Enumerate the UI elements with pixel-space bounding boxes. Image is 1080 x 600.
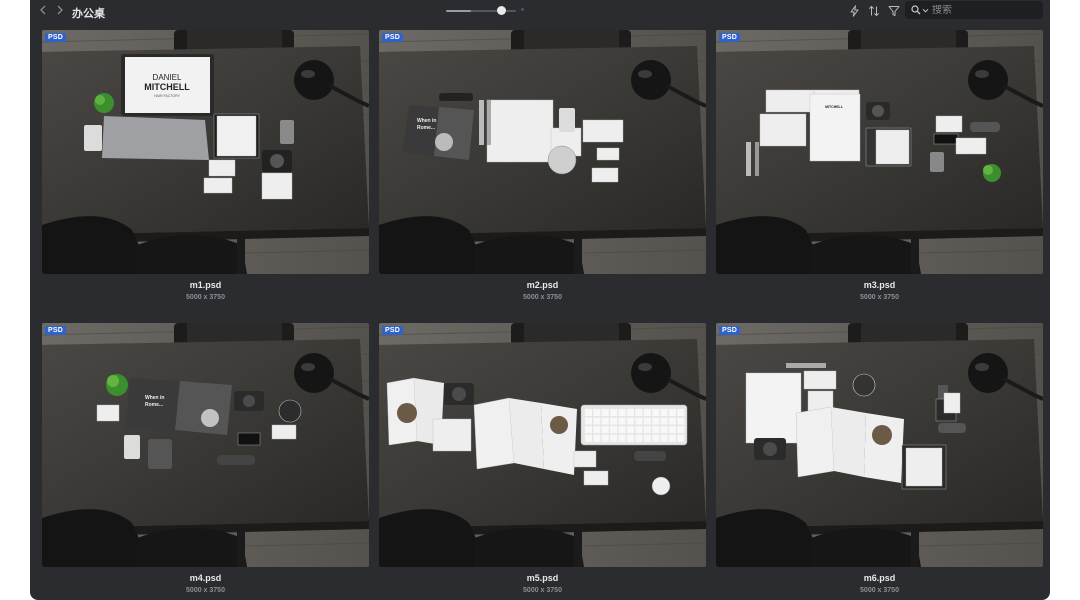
slider-fill xyxy=(446,10,471,12)
file-dimensions: 5000 x 3750 xyxy=(860,587,899,594)
svg-text:When in: When in xyxy=(145,395,164,401)
file-thumbnail[interactable]: DANIEL MITCHELL HAIR FACTORY PSD xyxy=(42,30,369,274)
file-card[interactable]: When in Rome... PSD m2.psd 5000 x 3750 xyxy=(379,30,706,312)
file-name: m6.psd xyxy=(863,573,896,583)
file-type-badge: PSD xyxy=(382,33,403,42)
file-thumbnail[interactable]: When in Rome... PSD xyxy=(42,323,369,567)
filter-icon xyxy=(888,6,900,16)
svg-text:MITCHELL: MITCHELL xyxy=(144,82,190,92)
back-button[interactable] xyxy=(36,3,50,17)
quick-action-button[interactable] xyxy=(846,3,862,19)
svg-text:Rome...: Rome... xyxy=(417,125,436,131)
folder-title: 办公桌 xyxy=(72,8,105,20)
search-field[interactable] xyxy=(905,1,1043,19)
mockup-preview-image xyxy=(379,323,706,567)
file-card[interactable]: When in Rome... PSD m4.psd 5000 x 3750 xyxy=(42,323,369,600)
mockup-preview-image xyxy=(716,323,1043,567)
file-type-badge: PSD xyxy=(45,326,66,335)
file-thumbnail[interactable]: When in Rome... PSD xyxy=(379,30,706,274)
file-name: m2.psd xyxy=(526,280,559,290)
mockup-preview-image: MITCHELL xyxy=(716,30,1043,274)
chevron-right-icon xyxy=(57,5,63,15)
file-thumbnail[interactable]: PSD xyxy=(716,323,1043,567)
file-type-badge: PSD xyxy=(719,326,740,335)
file-card[interactable]: PSD m5.psd 5000 x 3750 xyxy=(379,323,706,600)
mockup-preview-image: When inRome... xyxy=(379,30,706,274)
file-dimensions: 5000 x 3750 xyxy=(860,294,899,301)
file-dimensions: 5000 x 3750 xyxy=(523,587,562,594)
file-name: m4.psd xyxy=(189,573,222,583)
file-browser-window: 办公桌 DANIELMITCHELLHAIR F xyxy=(30,0,1050,600)
file-name: m5.psd xyxy=(526,573,559,583)
chevron-left-icon xyxy=(40,5,46,15)
file-name: m3.psd xyxy=(863,280,896,290)
bolt-icon xyxy=(850,5,858,17)
file-type-badge: PSD xyxy=(45,33,66,42)
file-name: m1.psd xyxy=(189,280,222,290)
search-input[interactable] xyxy=(929,4,1032,16)
slider-end-dot xyxy=(521,8,524,11)
svg-text:When in: When in xyxy=(417,118,436,124)
sort-icon xyxy=(868,5,880,17)
file-thumbnail[interactable]: PSD xyxy=(379,323,706,567)
mockup-preview-image: DANIELMITCHELL HAIR FACTORY xyxy=(42,30,369,274)
file-dimensions: 5000 x 3750 xyxy=(186,294,225,301)
svg-text:DANIEL: DANIEL xyxy=(153,73,182,82)
sort-button[interactable] xyxy=(866,3,882,19)
file-type-badge: PSD xyxy=(719,33,740,42)
file-card[interactable]: DANIEL MITCHELL HAIR FACTORY PSD m1.psd 50… xyxy=(42,30,369,312)
forward-button[interactable] xyxy=(53,3,67,17)
toolbar: 办公桌 xyxy=(30,0,1050,22)
file-dimensions: 5000 x 3750 xyxy=(523,294,562,301)
chevron-down-icon[interactable] xyxy=(922,7,929,14)
filter-button[interactable] xyxy=(886,3,902,19)
svg-text:HAIR FACTORY: HAIR FACTORY xyxy=(154,94,180,98)
file-card[interactable]: PSD m6.psd 5000 x 3750 xyxy=(716,323,1043,600)
file-dimensions: 5000 x 3750 xyxy=(186,587,225,594)
search-icon xyxy=(911,5,921,15)
slider-knob[interactable] xyxy=(496,6,506,15)
file-card[interactable]: MITCHELL PSD m3.psd 5000 x 3750 xyxy=(716,30,1043,312)
thumbnail-size-slider[interactable] xyxy=(446,4,516,18)
mockup-preview-image: When inRome... xyxy=(42,323,369,567)
file-type-badge: PSD xyxy=(382,326,403,335)
svg-text:Rome...: Rome... xyxy=(145,402,164,408)
svg-text:MITCHELL: MITCHELL xyxy=(825,105,844,109)
file-thumbnail[interactable]: MITCHELL PSD xyxy=(716,30,1043,274)
